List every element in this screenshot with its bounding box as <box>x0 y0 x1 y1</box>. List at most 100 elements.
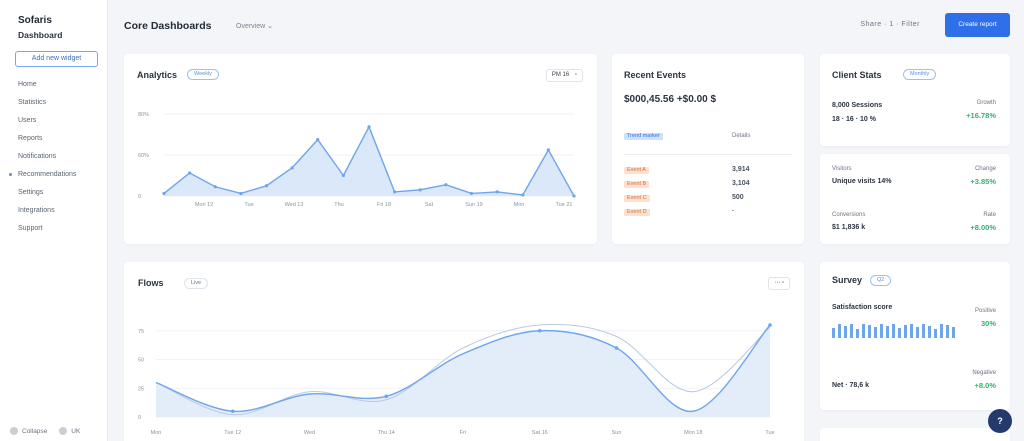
chevron-down-icon: ⌄ <box>267 23 274 30</box>
view-selector[interactable]: Overview ⌄ <box>236 22 273 30</box>
recent-row-tag: Event B <box>624 181 650 188</box>
chart-point[interactable] <box>469 191 474 196</box>
client-conversions-label: Conversions <box>832 212 866 218</box>
create-report-button[interactable]: Create report <box>945 13 1010 37</box>
brand: Sofaris Dashboard <box>18 14 62 42</box>
client-stats-card: Client Stats Monthly 8,000 Sessions 18 ·… <box>820 54 1010 146</box>
x-tick-label: Tue <box>765 430 774 436</box>
client-visitors-label: Visitors <box>832 166 852 172</box>
survey-bar <box>832 328 835 338</box>
y-tick-label: 25 <box>138 386 144 392</box>
client-growth-label: Growth <box>976 100 996 106</box>
y-tick-label: 75 <box>138 329 144 335</box>
sidebar: Sofaris Dashboard Add new widget Home St… <box>0 0 108 441</box>
sidebar-nav: Home Statistics Users Reports Notificati… <box>8 78 76 240</box>
chart-point[interactable] <box>572 194 576 198</box>
x-tick-label: Tue <box>244 202 253 208</box>
survey-bar <box>940 324 943 338</box>
x-tick-label: Mon 12 <box>195 202 213 208</box>
chart-point[interactable] <box>264 184 269 188</box>
recent-col-head: Details <box>732 133 751 139</box>
survey-bar <box>874 327 877 338</box>
client-change-label: Change <box>974 166 996 172</box>
chart-point[interactable] <box>444 183 448 187</box>
recent-row-value: · <box>732 208 735 215</box>
x-tick-label: Mon <box>514 202 525 208</box>
client-visitors-card: Visitors Unique visits 14% Change +3.85%… <box>820 154 1010 244</box>
chart-point[interactable] <box>768 323 772 327</box>
chart-point[interactable] <box>290 166 294 170</box>
client-conversions-value: $1 1,836 k <box>832 224 866 231</box>
survey-bar <box>916 327 919 338</box>
chart-point[interactable] <box>316 138 320 142</box>
survey-bar <box>910 324 913 338</box>
sidebar-item-support[interactable]: Support <box>18 222 76 240</box>
survey-bar <box>886 326 889 338</box>
sidebar-item-users[interactable]: Users <box>18 114 76 132</box>
chart-point[interactable] <box>384 394 389 399</box>
sidebar-footer: Collapse UK <box>10 427 80 435</box>
client-sessions-value: 18 · 16 · 10 % <box>832 116 876 123</box>
chart-point[interactable] <box>495 190 499 194</box>
chart-point[interactable] <box>341 173 345 178</box>
chart-point[interactable] <box>367 125 371 129</box>
x-tick-label: Sun 19 <box>465 202 482 208</box>
survey-bar <box>838 324 841 338</box>
divider <box>624 154 792 155</box>
x-tick-label: Sat <box>425 202 434 208</box>
brand-name: Sofaris <box>18 15 52 26</box>
x-tick-label: Tue 12 <box>224 430 241 436</box>
sidebar-item-recommendations[interactable]: Recommendations <box>8 168 76 186</box>
survey-bar <box>922 324 925 338</box>
survey-net-label: Net · 78,6 k <box>832 382 869 389</box>
x-tick-label: Sat 16 <box>532 430 548 436</box>
chart-point[interactable] <box>614 346 619 350</box>
page-title: Core Dashboards <box>124 20 212 32</box>
recent-row-tag: Event C <box>624 195 650 202</box>
top-links[interactable]: Share · 1 · Filter <box>860 21 920 28</box>
client-visitors-value: Unique visits 14% <box>832 178 892 185</box>
survey-pill[interactable]: Q2 <box>870 275 892 286</box>
client-rate-value: +8.00% <box>970 223 996 232</box>
sidebar-item-settings[interactable]: Settings <box>18 186 76 204</box>
flows-chart: 0 25 50 75 Mon Tue 12 Wed Thu 14 Fri Sat 16 Sun Mo… <box>138 323 775 436</box>
language-icon[interactable] <box>59 427 68 435</box>
chart-point[interactable] <box>162 191 166 196</box>
chart-point[interactable] <box>188 171 192 175</box>
add-widget-button[interactable]: Add new widget <box>15 51 98 67</box>
chart-point[interactable] <box>418 188 422 192</box>
chart-point[interactable] <box>239 191 243 196</box>
x-tick-label: Thu 14 <box>378 430 395 436</box>
collapse-label[interactable]: Collapse <box>22 428 47 435</box>
flows-card: Flows Live ⋯ ▫ 0 25 50 75 Mon Tue 12 Wed Thu 1… <box>124 262 804 441</box>
sidebar-item-integrations[interactable]: Integrations <box>18 204 76 222</box>
survey-positive-value: 30% <box>980 319 996 328</box>
view-selector-label: Overview <box>236 23 266 30</box>
recent-row-value: 3,914 <box>732 166 750 173</box>
sidebar-item-notifications[interactable]: Notifications <box>18 150 76 168</box>
client-rate-label: Rate <box>983 212 996 218</box>
survey-bar <box>868 325 871 338</box>
help-button[interactable]: ? <box>988 409 1012 433</box>
chart-point[interactable] <box>537 328 542 333</box>
chart-point[interactable] <box>393 190 397 194</box>
client-stats-pill[interactable]: Monthly <box>903 69 937 80</box>
sidebar-item-home[interactable]: Home <box>18 78 76 96</box>
topbar: Core Dashboards Overview ⌄ Share · 1 · F… <box>108 0 1024 48</box>
chart-point[interactable] <box>521 193 525 197</box>
survey-bar <box>844 326 847 338</box>
client-sessions-label: 8,000 Sessions <box>832 102 883 109</box>
recent-trend-tag: Trend marker <box>624 133 663 140</box>
chart-point[interactable] <box>546 148 550 152</box>
y-tick-label: 0 <box>138 415 141 421</box>
sidebar-item-reports[interactable]: Reports <box>18 132 76 150</box>
language-label[interactable]: UK <box>71 428 80 435</box>
chart-point[interactable] <box>230 409 235 414</box>
survey-card: Survey Q2 Satisfaction score Positive 30… <box>820 262 1010 410</box>
survey-bar <box>880 324 883 338</box>
survey-bar <box>850 324 853 338</box>
recent-row-value: 3,104 <box>732 180 750 187</box>
chart-point[interactable] <box>213 185 217 189</box>
collapse-icon[interactable] <box>10 427 18 435</box>
sidebar-item-statistics[interactable]: Statistics <box>18 96 76 114</box>
